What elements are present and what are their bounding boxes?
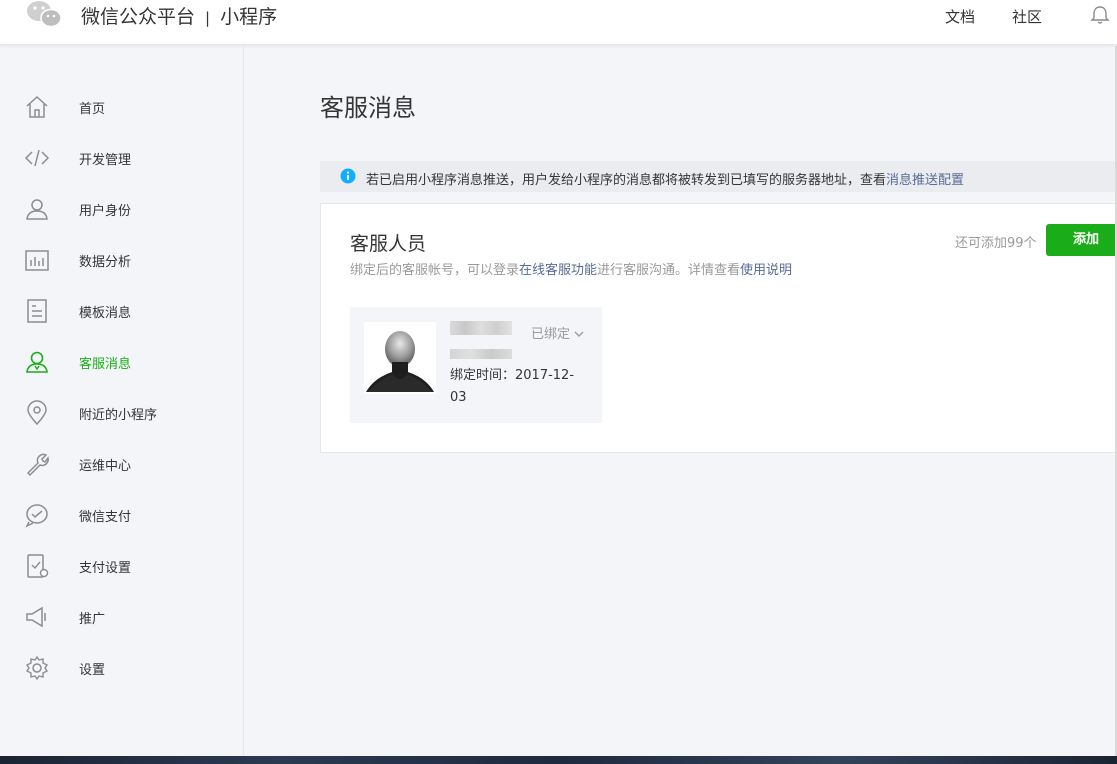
sidebar-item-settings[interactable]: 设置 bbox=[0, 647, 243, 687]
sidebar: 首页 开发管理 用户身份 数据分析 模板消息 客服消息 附近的小程序 运维中心 … bbox=[0, 46, 244, 756]
sidebar-item-label: 模板消息 bbox=[79, 306, 132, 321]
sidebar-item-nearby[interactable]: 附近的小程序 bbox=[0, 392, 243, 432]
wechat-logo-icon[interactable] bbox=[26, 0, 62, 28]
chart-icon bbox=[25, 250, 49, 271]
sidebar-item-label: 推广 bbox=[79, 612, 106, 627]
platform-title[interactable]: 微信公众平台 | 小程序 bbox=[81, 2, 277, 29]
sidebar-item-label: 开发管理 bbox=[79, 153, 132, 168]
sidebar-item-ops[interactable]: 运维中心 bbox=[0, 443, 243, 483]
product-name: 小程序 bbox=[220, 6, 278, 28]
sidebar-item-label: 客服消息 bbox=[79, 357, 132, 372]
user-icon bbox=[26, 199, 48, 220]
add-button[interactable]: 添加 bbox=[1046, 224, 1117, 256]
sidebar-item-pay-settings[interactable]: 支付设置 bbox=[0, 545, 243, 585]
megaphone-icon bbox=[26, 606, 46, 628]
code-icon bbox=[24, 149, 50, 167]
sidebar-item-dev[interactable]: 开发管理 bbox=[0, 137, 243, 177]
sidebar-item-wechat-pay[interactable]: 微信支付 bbox=[0, 494, 243, 534]
document-icon bbox=[27, 299, 47, 323]
sidebar-item-analytics[interactable]: 数据分析 bbox=[0, 239, 243, 279]
sidebar-item-label: 附近的小程序 bbox=[79, 408, 158, 423]
sidebar-item-label: 微信支付 bbox=[79, 510, 132, 525]
sidebar-item-user-identity[interactable]: 用户身份 bbox=[0, 188, 243, 228]
location-icon bbox=[27, 400, 47, 426]
sidebar-item-label: 用户身份 bbox=[79, 204, 132, 219]
notice-message: 若已启用小程序消息推送，用户发给小程序的消息都将被转发到已填写的服务器地址，查看 bbox=[366, 173, 887, 188]
chevron-down-icon bbox=[574, 331, 584, 337]
remaining-count: 还可添加99个 bbox=[955, 236, 1037, 251]
brand-name: 微信公众平台 bbox=[81, 6, 196, 28]
community-link[interactable]: 社区 bbox=[1012, 6, 1042, 27]
info-icon bbox=[340, 168, 356, 184]
card-description: 绑定后的客服帐号，可以登录在线客服功能进行客服沟通。详情查看使用说明 bbox=[350, 259, 792, 278]
info-notice: 若已启用小程序消息推送，用户发给小程序的消息都将被转发到已填写的服务器地址，查看… bbox=[320, 161, 1117, 192]
online-service-link[interactable]: 在线客服功能 bbox=[519, 263, 597, 278]
pay-settings-icon bbox=[27, 554, 49, 578]
blurred-wechat-id bbox=[450, 349, 512, 359]
avatar bbox=[364, 322, 436, 394]
customer-service-icon bbox=[26, 351, 48, 373]
sidebar-item-label: 支付设置 bbox=[79, 561, 132, 576]
notice-text: 若已启用小程序消息推送，用户发给小程序的消息都将被转发到已填写的服务器地址，查看… bbox=[366, 169, 964, 188]
default-avatar-icon bbox=[364, 322, 436, 394]
wrench-icon bbox=[26, 453, 49, 477]
brand-separator: | bbox=[205, 9, 211, 27]
wechat-pay-icon bbox=[25, 504, 48, 528]
sidebar-item-template-msg[interactable]: 模板消息 bbox=[0, 290, 243, 330]
docs-link[interactable]: 文档 bbox=[945, 6, 975, 27]
bell-icon[interactable] bbox=[1089, 4, 1111, 26]
os-taskbar-strip bbox=[0, 756, 1117, 764]
desc-prefix: 绑定后的客服帐号，可以登录 bbox=[350, 263, 520, 278]
desc-middle: 进行客服沟通。详情查看 bbox=[597, 263, 741, 278]
sidebar-item-customer-service[interactable]: 客服消息 bbox=[0, 341, 243, 381]
sidebar-item-promotion[interactable]: 推广 bbox=[0, 596, 243, 636]
card-title: 客服人员 bbox=[350, 233, 427, 255]
home-icon bbox=[26, 95, 48, 118]
customer-service-card: 客服人员 绑定后的客服帐号，可以登录在线客服功能进行客服沟通。详情查看使用说明 … bbox=[320, 203, 1117, 453]
top-header: 微信公众平台 | 小程序 文档 社区 bbox=[0, 0, 1117, 45]
message-push-config-link[interactable]: 消息推送配置 bbox=[886, 173, 964, 188]
usage-guide-link[interactable]: 使用说明 bbox=[740, 263, 792, 278]
bound-status-dropdown[interactable]: 已绑定 bbox=[531, 323, 584, 342]
sidebar-item-label: 设置 bbox=[79, 663, 106, 678]
staff-card: 已绑定 绑定时间：2017-12-03 bbox=[350, 307, 602, 423]
sidebar-item-home[interactable]: 首页 bbox=[0, 86, 243, 126]
bind-time: 绑定时间：2017-12-03 bbox=[450, 368, 575, 405]
blurred-nickname bbox=[450, 321, 512, 335]
bound-status-label: 已绑定 bbox=[531, 327, 571, 342]
sidebar-item-label: 运维中心 bbox=[79, 459, 132, 474]
sidebar-item-label: 首页 bbox=[79, 102, 106, 117]
sidebar-item-label: 数据分析 bbox=[79, 255, 132, 270]
page-title: 客服消息 bbox=[320, 94, 416, 122]
gear-icon bbox=[25, 655, 49, 681]
